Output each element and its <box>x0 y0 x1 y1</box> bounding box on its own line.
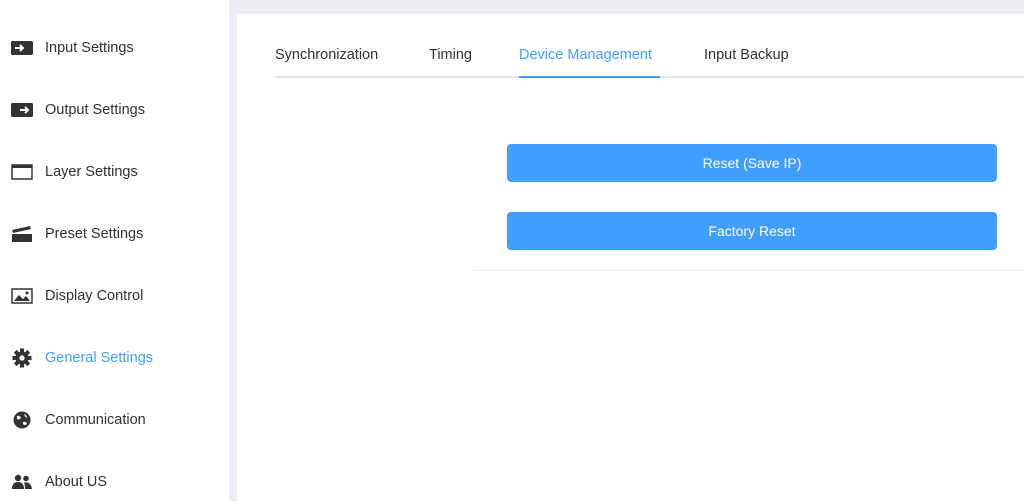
active-tab-indicator <box>519 76 660 78</box>
tab-timing[interactable]: Timing <box>429 47 472 63</box>
sidebar-item-label: About US <box>45 474 108 490</box>
output-icon <box>11 101 33 119</box>
sidebar-item-label: Display Control <box>45 288 144 304</box>
sidebar: Input Settings Output Settings Layer Set… <box>0 0 229 501</box>
sidebar-item-display-control[interactable]: Display Control <box>0 276 229 316</box>
sidebar-item-label: Output Settings <box>45 102 145 118</box>
divider <box>473 270 1024 271</box>
sidebar-item-communication[interactable]: Communication <box>0 400 229 440</box>
clapperboard-icon <box>11 225 33 243</box>
top-frame <box>229 0 1024 14</box>
sidebar-item-input-settings[interactable]: Input Settings <box>0 28 229 68</box>
tab-bar: Synchronization Timing Device Management… <box>275 40 1024 78</box>
reset-save-ip-button[interactable]: Reset (Save IP) <box>507 144 997 182</box>
sidebar-item-label: Preset Settings <box>45 226 144 242</box>
users-icon <box>11 473 33 491</box>
sidebar-item-label: Input Settings <box>45 40 134 56</box>
sidebar-item-preset-settings[interactable]: Preset Settings <box>0 214 229 254</box>
factory-reset-button[interactable]: Factory Reset <box>507 212 997 250</box>
sidebar-item-label: General Settings <box>45 350 154 366</box>
sidebar-item-label: Communication <box>45 412 146 428</box>
tab-device-management[interactable]: Device Management <box>519 47 652 63</box>
globe-icon <box>11 411 33 429</box>
gear-icon <box>11 348 33 368</box>
tab-synchronization[interactable]: Synchronization <box>275 47 378 63</box>
sidebar-item-about-us[interactable]: About US <box>0 462 229 502</box>
main-panel: Synchronization Timing Device Management… <box>237 14 1024 501</box>
window-icon <box>11 163 33 181</box>
image-icon <box>11 287 33 305</box>
tab-input-backup[interactable]: Input Backup <box>704 47 789 63</box>
sidebar-item-general-settings[interactable]: General Settings <box>0 338 229 378</box>
sidebar-item-label: Layer Settings <box>45 164 138 180</box>
panel-divider <box>229 0 237 501</box>
sidebar-item-layer-settings[interactable]: Layer Settings <box>0 152 229 192</box>
input-icon <box>11 39 33 57</box>
sidebar-item-output-settings[interactable]: Output Settings <box>0 90 229 130</box>
